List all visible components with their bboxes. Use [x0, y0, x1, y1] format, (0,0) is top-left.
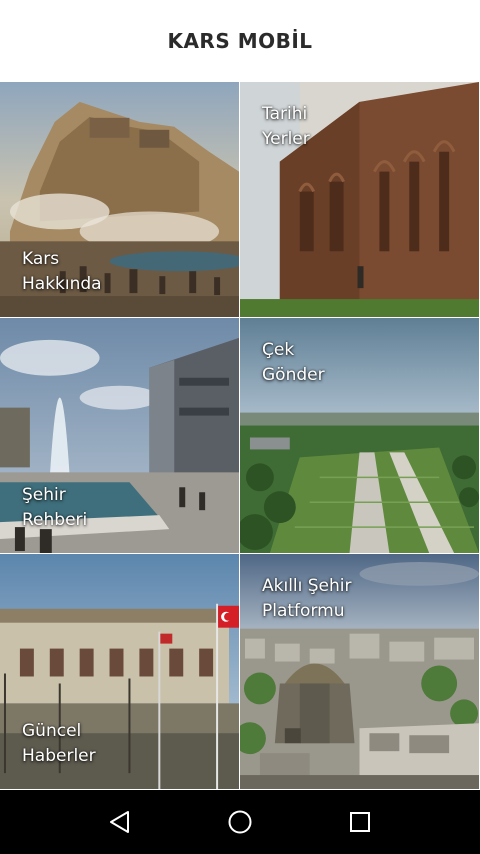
app-header: KARS MOBİL [0, 0, 480, 82]
tile-kars-hakkinda[interactable]: Kars Hakkında [0, 82, 240, 318]
tile-label: Kars Hakkında [22, 249, 102, 294]
tile-label: Çek Gönder [262, 340, 325, 385]
tile-cek-gonder[interactable]: Çek Gönder [240, 318, 480, 554]
page-title: KARS MOBİL [167, 29, 313, 53]
nav-recents-button[interactable] [330, 792, 390, 852]
menu-grid: Kars Hakkında Tarihi Yerler Şehir Rehber… [0, 82, 480, 790]
tile-tarihi-yerler[interactable]: Tarihi Yerler [240, 82, 480, 318]
square-recents-icon [350, 812, 370, 832]
tile-akilli-sehir-platformu[interactable]: Akıllı Şehir Platformu [240, 554, 480, 790]
nav-back-button[interactable] [90, 792, 150, 852]
triangle-back-icon [110, 811, 129, 833]
tile-label: Şehir Rehberi [22, 485, 88, 530]
tile-label: Güncel Haberler [22, 721, 96, 766]
tile-label: Akıllı Şehir Platformu [262, 576, 352, 621]
android-navigation-bar [0, 790, 480, 854]
nav-home-button[interactable] [210, 792, 270, 852]
tile-label: Tarihi Yerler [262, 104, 310, 149]
circle-home-icon [228, 810, 252, 834]
tile-guncel-haberler[interactable]: Güncel Haberler [0, 554, 240, 790]
tile-sehir-rehberi[interactable]: Şehir Rehberi [0, 318, 240, 554]
